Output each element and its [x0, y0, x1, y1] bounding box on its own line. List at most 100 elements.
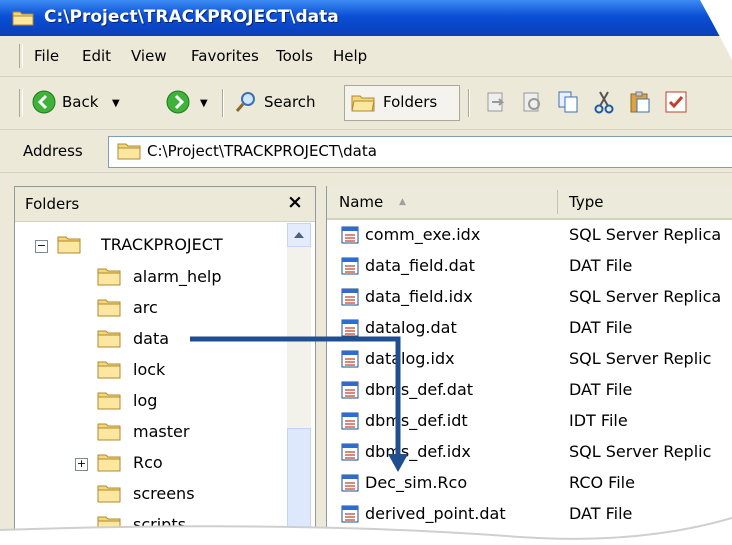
- tree-item-screens[interactable]: screens: [97, 481, 277, 509]
- file-name: derived_point.dat: [365, 504, 506, 523]
- file-icon: [341, 288, 359, 306]
- scroll-thumb[interactable]: [287, 428, 311, 545]
- search-button[interactable]: Search: [234, 90, 332, 116]
- file-type: SQL Server Replica: [569, 225, 722, 244]
- folder-icon: [12, 11, 34, 26]
- arrow-up-icon: [294, 232, 304, 238]
- tree-item-label: arc: [133, 298, 158, 317]
- file-row[interactable]: datalog.idx SQL Server Replic: [327, 344, 732, 375]
- folder-icon: [117, 143, 141, 160]
- tree-item-log[interactable]: log: [97, 388, 277, 416]
- file-icon: [341, 257, 359, 275]
- copy-to-icon[interactable]: [520, 90, 544, 114]
- close-icon[interactable]: ×: [287, 191, 303, 213]
- folders-label: Folders: [383, 93, 438, 111]
- folders-icon: [351, 95, 375, 112]
- address-input[interactable]: C:\Project\TRACKPROJECT\data: [108, 136, 732, 168]
- back-dropdown-icon[interactable]: ▼: [112, 98, 120, 109]
- file-name: Dec_sim.Rco: [365, 473, 468, 492]
- file-list: Name ▲ Type comm_exe.idx SQL Server Repli…: [326, 186, 732, 545]
- folder-icon: [97, 268, 121, 286]
- move-to-icon[interactable]: [484, 90, 508, 114]
- tree-item-scripts[interactable]: scripts: [97, 512, 277, 540]
- scroll-up-button[interactable]: [287, 223, 311, 247]
- back-button[interactable]: Back ▼: [32, 90, 150, 116]
- file-icon: [341, 443, 359, 461]
- collapse-icon[interactable]: −: [35, 240, 48, 253]
- file-name: data_field.dat: [365, 256, 475, 275]
- menu-favorites[interactable]: Favorites: [191, 47, 259, 65]
- menu-help[interactable]: Help: [333, 47, 367, 65]
- back-icon: [32, 90, 56, 114]
- file-type: DAT File: [569, 318, 633, 337]
- folder-icon: [97, 330, 121, 348]
- copy-icon[interactable]: [556, 90, 580, 114]
- cut-icon[interactable]: [592, 90, 616, 114]
- file-row[interactable]: data_field.idx SQL Server Replica: [327, 282, 732, 313]
- menu-edit[interactable]: Edit: [82, 47, 111, 65]
- folder-icon: [57, 236, 81, 254]
- tree-item-lock[interactable]: lock: [97, 357, 277, 385]
- window-title: C:\Project\TRACKPROJECT\data: [44, 7, 339, 27]
- menu-file[interactable]: File: [34, 47, 59, 65]
- undo-icon[interactable]: [664, 90, 688, 114]
- file-row[interactable]: data_field.dat DAT File: [327, 251, 732, 282]
- tree-item-master[interactable]: master: [97, 419, 277, 447]
- file-type: DAT File: [569, 380, 633, 399]
- tree-item-arc[interactable]: arc: [97, 295, 277, 323]
- back-label: Back: [62, 93, 99, 111]
- file-icon: [341, 381, 359, 399]
- menu-view[interactable]: View: [131, 47, 167, 65]
- file-row[interactable]: dbms_def.idx SQL Server Replic: [327, 437, 732, 468]
- file-row[interactable]: derived_point.dat DAT File: [327, 499, 732, 530]
- file-type: IDT File: [569, 411, 628, 430]
- file-icon: [341, 226, 359, 244]
- folders-pane-title: Folders: [25, 195, 80, 213]
- column-name[interactable]: Name: [339, 193, 383, 211]
- file-name: dbms_def.idt: [365, 411, 468, 430]
- tree-item-trackproject[interactable]: − TRACKPROJECT: [35, 232, 275, 260]
- tree-item-label: master: [133, 422, 190, 441]
- tree-item-data[interactable]: data: [97, 326, 277, 354]
- file-name: data_field.idx: [365, 287, 473, 306]
- file-row[interactable]: dbms_def.idt IDT File: [327, 406, 732, 437]
- toolbar-grip[interactable]: [19, 89, 23, 117]
- column-type[interactable]: Type: [569, 193, 603, 211]
- file-row[interactable]: datalog.dat DAT File: [327, 313, 732, 344]
- forward-button[interactable]: ▼: [166, 90, 216, 116]
- file-name: dbms_def.dat: [365, 380, 474, 399]
- expand-icon[interactable]: +: [75, 458, 88, 471]
- menu-bar: File Edit View Favorites Tools Help: [0, 36, 732, 77]
- folders-button[interactable]: Folders: [344, 85, 460, 121]
- folder-icon: [97, 392, 121, 410]
- sort-ascending-icon: ▲: [399, 197, 406, 207]
- tree-item-rco[interactable]: + Rco: [75, 450, 275, 478]
- file-type: RCO File: [569, 473, 635, 492]
- file-icon: [341, 350, 359, 368]
- tree-item-label: screens: [133, 484, 195, 503]
- tree-item-label: alarm_help: [133, 267, 222, 286]
- menu-grip[interactable]: [19, 44, 23, 68]
- title-bar[interactable]: C:\Project\TRACKPROJECT\data: [0, 0, 732, 36]
- paste-icon[interactable]: [628, 90, 652, 114]
- folders-pane: Folders × − TRACKPROJECT alarm_help arc: [14, 186, 316, 545]
- address-bar: Address C:\Project\TRACKPROJECT\data: [0, 130, 732, 173]
- file-row[interactable]: comm_exe.idx SQL Server Replica: [327, 220, 732, 251]
- tree-item-label: data: [133, 329, 170, 348]
- menu-tools[interactable]: Tools: [276, 47, 313, 65]
- file-row[interactable]: dbms_def.dat DAT File: [327, 375, 732, 406]
- folder-icon: [97, 485, 121, 503]
- file-type: SQL Server Replic: [569, 349, 712, 368]
- search-label: Search: [264, 93, 316, 111]
- folder-icon: [97, 516, 121, 534]
- folders-pane-header: Folders ×: [15, 187, 315, 222]
- forward-dropdown-icon[interactable]: ▼: [200, 98, 208, 109]
- file-row[interactable]: Dec_sim.Rco RCO File: [327, 468, 732, 499]
- file-name: datalog.idx: [365, 349, 455, 368]
- tree-item-alarm-help[interactable]: alarm_help: [97, 264, 277, 292]
- folders-scrollbar[interactable]: [287, 223, 311, 545]
- tree-item-label: Rco: [133, 453, 163, 472]
- tree-item-label: lock: [133, 360, 166, 379]
- column-divider[interactable]: [557, 190, 558, 214]
- address-label: Address: [23, 142, 83, 160]
